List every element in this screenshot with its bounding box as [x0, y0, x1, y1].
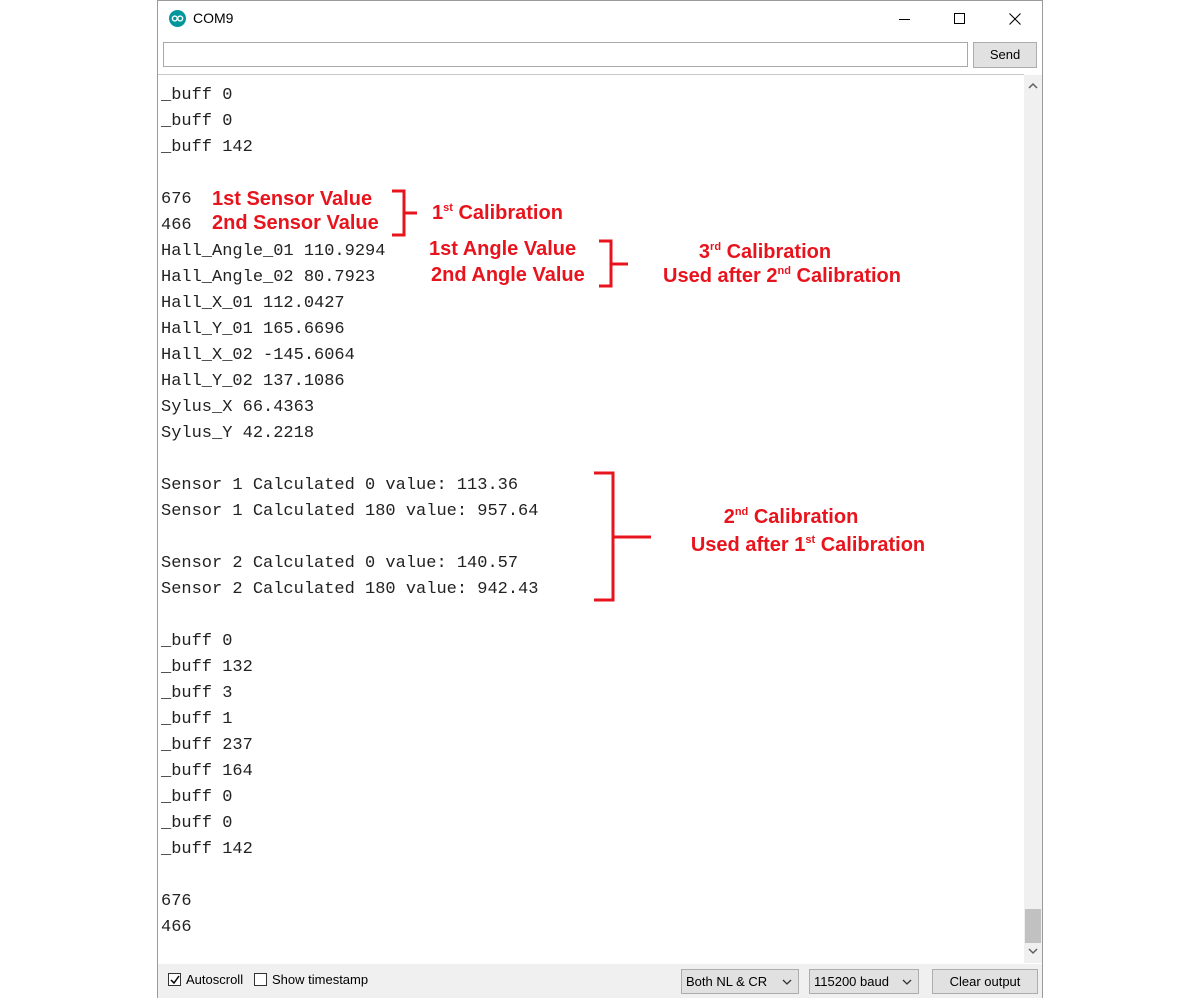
annotation-calibration-2-note: Used after 1st Calibration — [690, 534, 926, 556]
annotation-brackets — [392, 189, 651, 602]
annotation-angle1: 1st Angle Value — [429, 238, 577, 260]
annotation-calibration-2: 2nd Calibration — [723, 506, 859, 528]
calibration-2-bracket — [594, 471, 651, 602]
calibration-3-bracket — [599, 239, 628, 288]
calibration-1-bracket — [392, 189, 417, 237]
annotation-angle2: 2nd Angle Value — [431, 264, 585, 286]
annotation-calibration-3-note: Used after 2nd Calibration — [663, 265, 901, 287]
annotation-calibration-3: 3rd Calibration — [698, 241, 832, 263]
annotation-sensor2: 2nd Sensor Value — [212, 212, 379, 234]
annotation-calibration-1: 1st Calibration — [432, 202, 563, 224]
annotation-sensor1: 1st Sensor Value — [212, 188, 373, 210]
